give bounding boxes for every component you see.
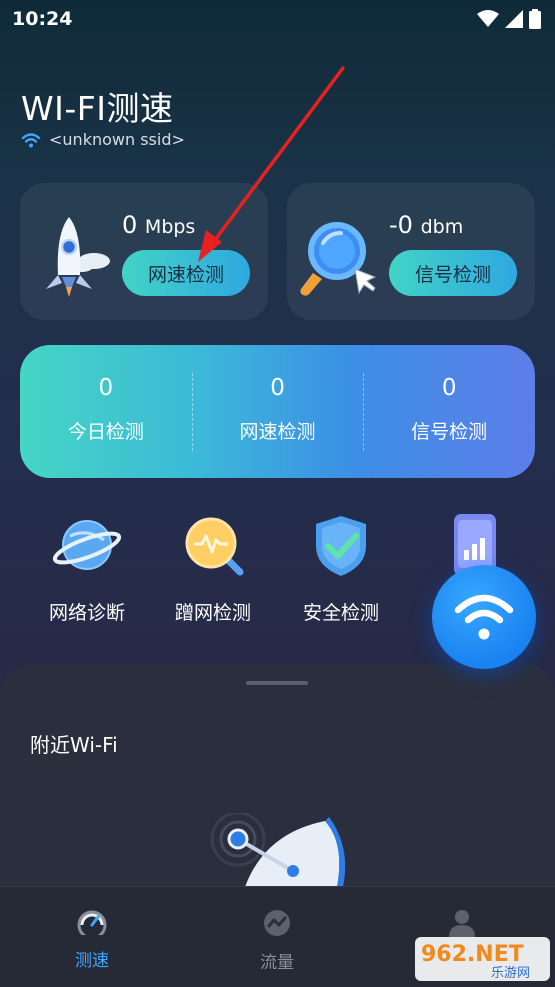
stat-value: 0 [98, 375, 114, 401]
stat-speed[interactable]: 0 网速检测 [191, 345, 364, 478]
stat-label: 网速检测 [239, 421, 316, 443]
tool-label: 安全检测 [302, 602, 379, 624]
signal-card: -0 dbm 信号检测 [287, 183, 535, 320]
magnifier-pulse-icon [185, 517, 244, 576]
speed-test-button[interactable]: 网速检测 [122, 250, 250, 296]
planet-icon [52, 520, 122, 570]
ssid-text: <unknown ssid> [49, 130, 185, 149]
nav-label: 测速 [75, 951, 109, 971]
signal-number: -0 [389, 211, 413, 239]
tool-label: 蹭网检测 [174, 602, 251, 624]
stat-value: 0 [441, 375, 457, 401]
signal-value: -0 dbm [389, 211, 463, 239]
nav-item-traffic[interactable]: 流量 [237, 909, 317, 973]
stat-today[interactable]: 0 今日检测 [20, 345, 192, 478]
rocket-icon [46, 217, 110, 297]
nav-label: 流量 [260, 953, 294, 973]
wifi-icon [21, 132, 41, 147]
cellular-signal-icon [505, 10, 523, 28]
signal-test-button[interactable]: 信号检测 [389, 250, 517, 296]
sheet-drag-handle[interactable] [246, 681, 308, 685]
speed-value: 0 Mbps [122, 211, 195, 239]
stat-label: 今日检测 [67, 421, 144, 443]
watermark-brand: 962.NET [421, 942, 524, 967]
stat-signal[interactable]: 0 信号检测 [363, 345, 535, 478]
wifi-fab-button[interactable] [432, 565, 536, 669]
wifi-status-icon [477, 10, 499, 27]
status-time: 10:24 [12, 8, 73, 30]
satellite-dish-icon [210, 813, 346, 887]
tool-security-check[interactable]: 安全检测 [286, 510, 396, 625]
battery-icon [529, 9, 541, 29]
tool-freeloader-detection[interactable]: 蹭网检测 [158, 510, 268, 625]
status-icons [477, 9, 541, 29]
speedometer-icon [77, 910, 107, 940]
stat-value: 0 [270, 375, 285, 401]
wifi-icon [454, 594, 514, 640]
nav-item-speed[interactable]: 测速 [52, 909, 132, 971]
nearby-wifi-title: 附近Wi-Fi [30, 733, 118, 757]
speed-number: 0 [122, 211, 138, 239]
status-bar: 10:24 [0, 0, 555, 40]
ssid-row: <unknown ssid> [21, 130, 185, 149]
traffic-chart-icon [264, 910, 290, 936]
tool-network-diagnosis[interactable]: 网络诊断 [32, 510, 142, 625]
shield-check-icon [316, 516, 366, 576]
magnifier-icon [300, 222, 377, 296]
app-title: WI-FI测速 [21, 89, 174, 128]
signal-unit: dbm [420, 216, 464, 238]
stats-panel: 0 今日检测 0 网速检测 0 信号检测 [20, 345, 535, 478]
profile-icon [449, 910, 475, 937]
watermark-logo: 962.NET 乐游网 [415, 937, 550, 981]
speed-unit: Mbps [144, 216, 196, 238]
stat-label: 信号检测 [411, 421, 488, 443]
watermark-sub: 乐游网 [491, 966, 530, 981]
tool-label: 网络诊断 [48, 602, 125, 624]
speed-card: 0 Mbps 网速检测 [20, 183, 268, 320]
